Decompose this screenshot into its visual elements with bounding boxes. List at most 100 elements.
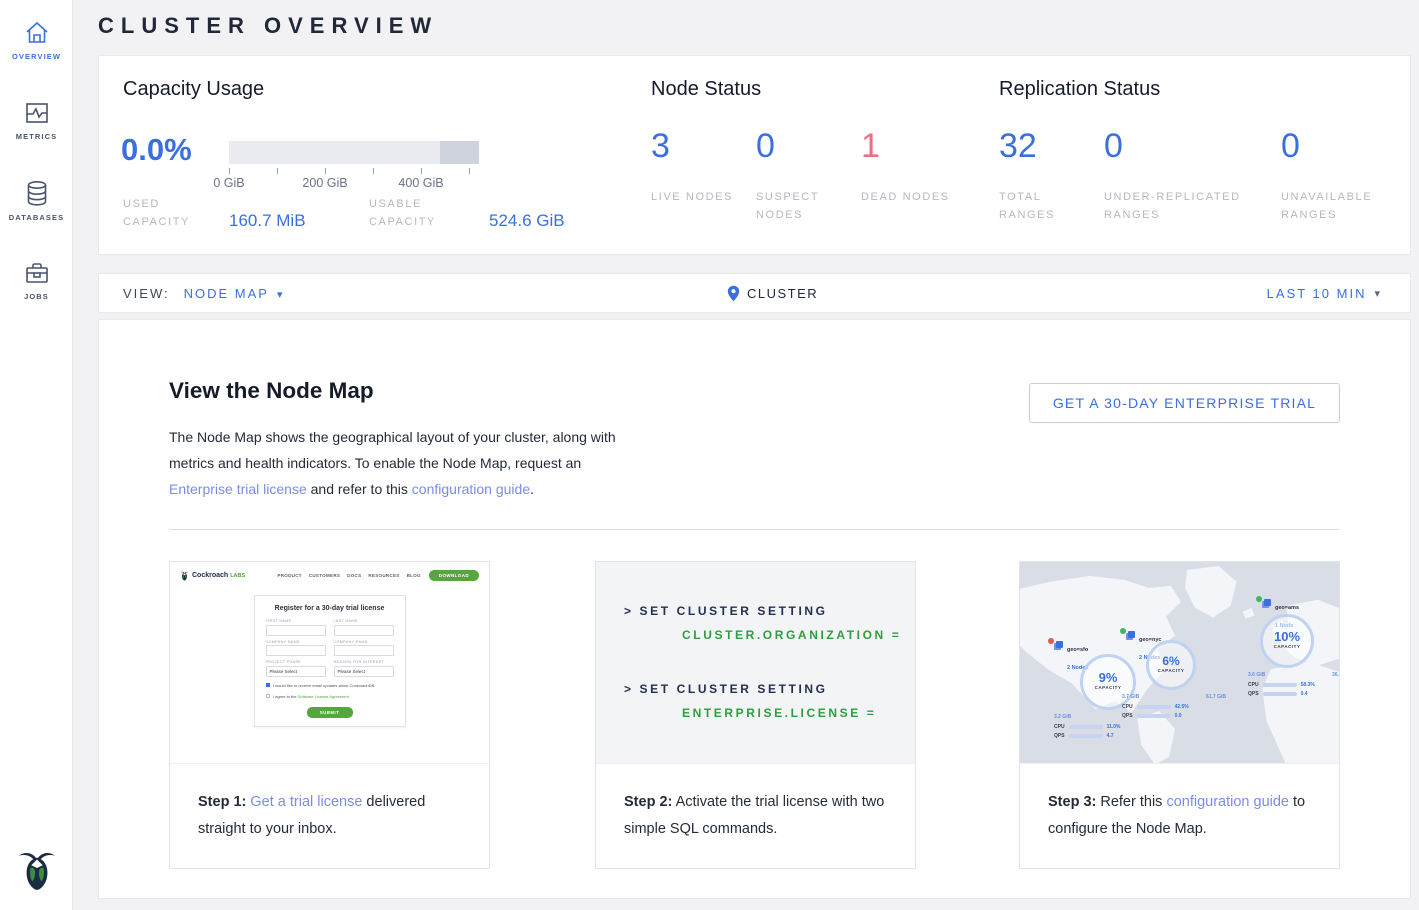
brand-name: Cockroach bbox=[192, 572, 228, 579]
description-text: The Node Map shows the geographical layo… bbox=[169, 429, 616, 471]
field-label: REASON FOR INTEREST bbox=[334, 660, 394, 664]
get-trial-license-link[interactable]: Get a trial license bbox=[250, 794, 362, 810]
checkbox-label: I would like to receive email updates ab… bbox=[273, 683, 375, 688]
text-input bbox=[334, 625, 394, 636]
usable-capacity-value: 524.6 GiB bbox=[489, 211, 565, 231]
view-dropdown[interactable]: NODE MAP ▾ bbox=[184, 286, 285, 301]
total-ranges-value: 32 bbox=[999, 128, 1089, 164]
sidebar-item-label: METRICS bbox=[0, 132, 73, 141]
chevron-down-icon: ▾ bbox=[277, 289, 285, 301]
sidebar-item-label: JOBS bbox=[0, 292, 73, 301]
node-map-description: The Node Map shows the geographical layo… bbox=[169, 424, 639, 502]
node-gauge-ams: geo=ams 1 Node 10% CAPACITY 3.6 GiB 36.6… bbox=[1020, 562, 1339, 764]
capacity-percent: 10% bbox=[1263, 629, 1311, 644]
select-input: Please Select bbox=[334, 666, 394, 677]
capacity-bar bbox=[229, 141, 479, 164]
used-capacity-label: USED CAPACITY bbox=[123, 195, 218, 231]
live-nodes-label: LIVE NODES bbox=[651, 188, 743, 206]
submit-button: SUBMIT bbox=[307, 707, 353, 718]
used-capacity: 3.6 GiB bbox=[1248, 672, 1265, 678]
app: OVERVIEW METRICS DATABASES JO bbox=[0, 0, 1419, 910]
caption-text: Refer this bbox=[1096, 794, 1166, 810]
sidebar-item-label: DATABASES bbox=[0, 213, 73, 222]
select-input: Please Select bbox=[266, 666, 326, 677]
prompt-icon: > bbox=[624, 682, 634, 696]
view-selector-group: VIEW: NODE MAP▾ bbox=[123, 286, 284, 301]
step-3-caption: Step 3: Refer this configuration guide t… bbox=[1020, 764, 1339, 843]
step-1-caption: Step 1: Get a trial license delivered st… bbox=[170, 764, 489, 843]
capacity-percent: 0.0% bbox=[121, 132, 192, 168]
under-replicated-ranges-label: UNDER-REPLICATED RANGES bbox=[1104, 188, 1266, 224]
description-text: . bbox=[530, 481, 534, 497]
tick-label: 400 GiB bbox=[398, 176, 443, 190]
field-label: PROJECT PHASE bbox=[266, 660, 326, 664]
cockroach-bug-icon bbox=[18, 847, 56, 891]
page-title: CLUSTER OVERVIEW bbox=[98, 13, 438, 39]
breadcrumb[interactable]: CLUSTER bbox=[727, 285, 818, 302]
qps-value: 0.4 bbox=[1301, 691, 1308, 697]
configuration-guide-link[interactable]: configuration guide bbox=[1166, 794, 1289, 810]
database-icon bbox=[25, 180, 49, 207]
replication-status-title: Replication Status bbox=[999, 78, 1160, 101]
step-number: Step 2: bbox=[624, 794, 672, 810]
mini-site-brand: Cockroach LABS bbox=[180, 570, 245, 581]
breadcrumb-cluster: CLUSTER bbox=[747, 286, 818, 301]
locality-name: geo=ams bbox=[1275, 605, 1299, 611]
sidebar-item-jobs[interactable]: JOBS bbox=[0, 260, 73, 301]
enterprise-trial-button[interactable]: GET A 30-DAY ENTERPRISE TRIAL bbox=[1029, 383, 1340, 423]
view-bar: VIEW: NODE MAP▾ CLUSTER LAST 10 MIN ▾ bbox=[98, 273, 1411, 313]
sidebar-item-metrics[interactable]: METRICS bbox=[0, 100, 73, 141]
live-nodes-stat: 3 LIVE NODES bbox=[651, 128, 743, 206]
capacity-axis-ticks bbox=[229, 168, 479, 174]
text-input bbox=[266, 625, 326, 636]
brand-suffix: LABS bbox=[230, 573, 245, 579]
description-text: and refer to this bbox=[307, 481, 412, 497]
capacity-label: CAPACITY bbox=[1263, 644, 1311, 649]
dead-nodes-value: 1 bbox=[861, 128, 953, 164]
sidebar-item-databases[interactable]: DATABASES bbox=[0, 180, 73, 222]
field-label: COMPANY EMAIL bbox=[334, 640, 394, 644]
step-3-card: geo=sfo 2 Nodes 9% CAPACITY 3.2 GiB 35.1… bbox=[1019, 561, 1340, 869]
capacity-usage-title: Capacity Usage bbox=[123, 78, 264, 101]
time-range-dropdown[interactable]: LAST 10 MIN ▾ bbox=[1267, 286, 1380, 301]
under-replicated-ranges-value: 0 bbox=[1104, 128, 1266, 164]
code-line: CLUSTER.ORGANIZATION = bbox=[682, 628, 901, 642]
code-keyword: SET CLUSTER SETTING bbox=[640, 682, 828, 696]
qps-bar bbox=[1263, 692, 1297, 696]
mini-site-nav: PRODUCT CUSTOMERS DOCS RESOURCES BLOG DO… bbox=[270, 570, 479, 581]
step-2-code-block: > SET CLUSTER SETTING CLUSTER.ORGANIZATI… bbox=[596, 562, 915, 764]
world-map: geo=sfo 2 Nodes 9% CAPACITY 3.2 GiB 35.1… bbox=[1020, 562, 1339, 763]
unavailable-ranges-label: UNAVAILABLE RANGES bbox=[1281, 188, 1401, 224]
cockroach-labs-logo[interactable] bbox=[0, 847, 73, 896]
step-1-thumbnail: Cockroach LABS PRODUCT CUSTOMERS DOCS RE… bbox=[170, 562, 489, 764]
home-icon bbox=[24, 20, 50, 46]
view-dropdown-value: NODE MAP bbox=[184, 286, 269, 301]
cpu-bar bbox=[1263, 683, 1297, 687]
tick-label: 0 GiB bbox=[213, 176, 244, 190]
nav-item: BLOG bbox=[407, 573, 421, 578]
enterprise-trial-license-link[interactable]: Enterprise trial license bbox=[169, 481, 307, 497]
under-replicated-ranges-stat: 0 UNDER-REPLICATED RANGES bbox=[1104, 128, 1266, 224]
configuration-guide-link[interactable]: configuration guide bbox=[412, 481, 530, 497]
capacity-details: USED CAPACITY 160.7 MiB USABLE CAPACITY … bbox=[123, 193, 643, 243]
step-number: Step 3: bbox=[1048, 794, 1096, 810]
nav-item: PRODUCT bbox=[277, 573, 301, 578]
code-line: ENTERPRISE.LICENSE = bbox=[682, 706, 876, 720]
sidebar-item-overview[interactable]: OVERVIEW bbox=[0, 20, 73, 61]
code-area: > SET CLUSTER SETTING CLUSTER.ORGANIZATI… bbox=[596, 562, 915, 763]
prompt-icon: > bbox=[624, 604, 634, 618]
step-number: Step 1: bbox=[198, 794, 246, 810]
divider bbox=[169, 529, 1339, 530]
mini-trial-form: Register for a 30-day trial license FIRS… bbox=[254, 595, 406, 727]
unavailable-ranges-stat: 0 UNAVAILABLE RANGES bbox=[1281, 128, 1401, 224]
total-ranges-stat: 32 TOTAL RANGES bbox=[999, 128, 1089, 224]
field-label: COMPANY NAME bbox=[266, 640, 326, 644]
checkbox-label: I agree to the Software License Agreemen… bbox=[273, 694, 349, 699]
text-input bbox=[266, 645, 326, 656]
checkbox-text: I agree to the bbox=[273, 694, 298, 699]
unavailable-ranges-value: 0 bbox=[1281, 128, 1401, 164]
mini-site-header: Cockroach LABS PRODUCT CUSTOMERS DOCS RE… bbox=[170, 562, 489, 585]
total-ranges-label: TOTAL RANGES bbox=[999, 188, 1089, 224]
sidebar: OVERVIEW METRICS DATABASES JO bbox=[0, 0, 73, 910]
tick-label: 200 GiB bbox=[302, 176, 347, 190]
